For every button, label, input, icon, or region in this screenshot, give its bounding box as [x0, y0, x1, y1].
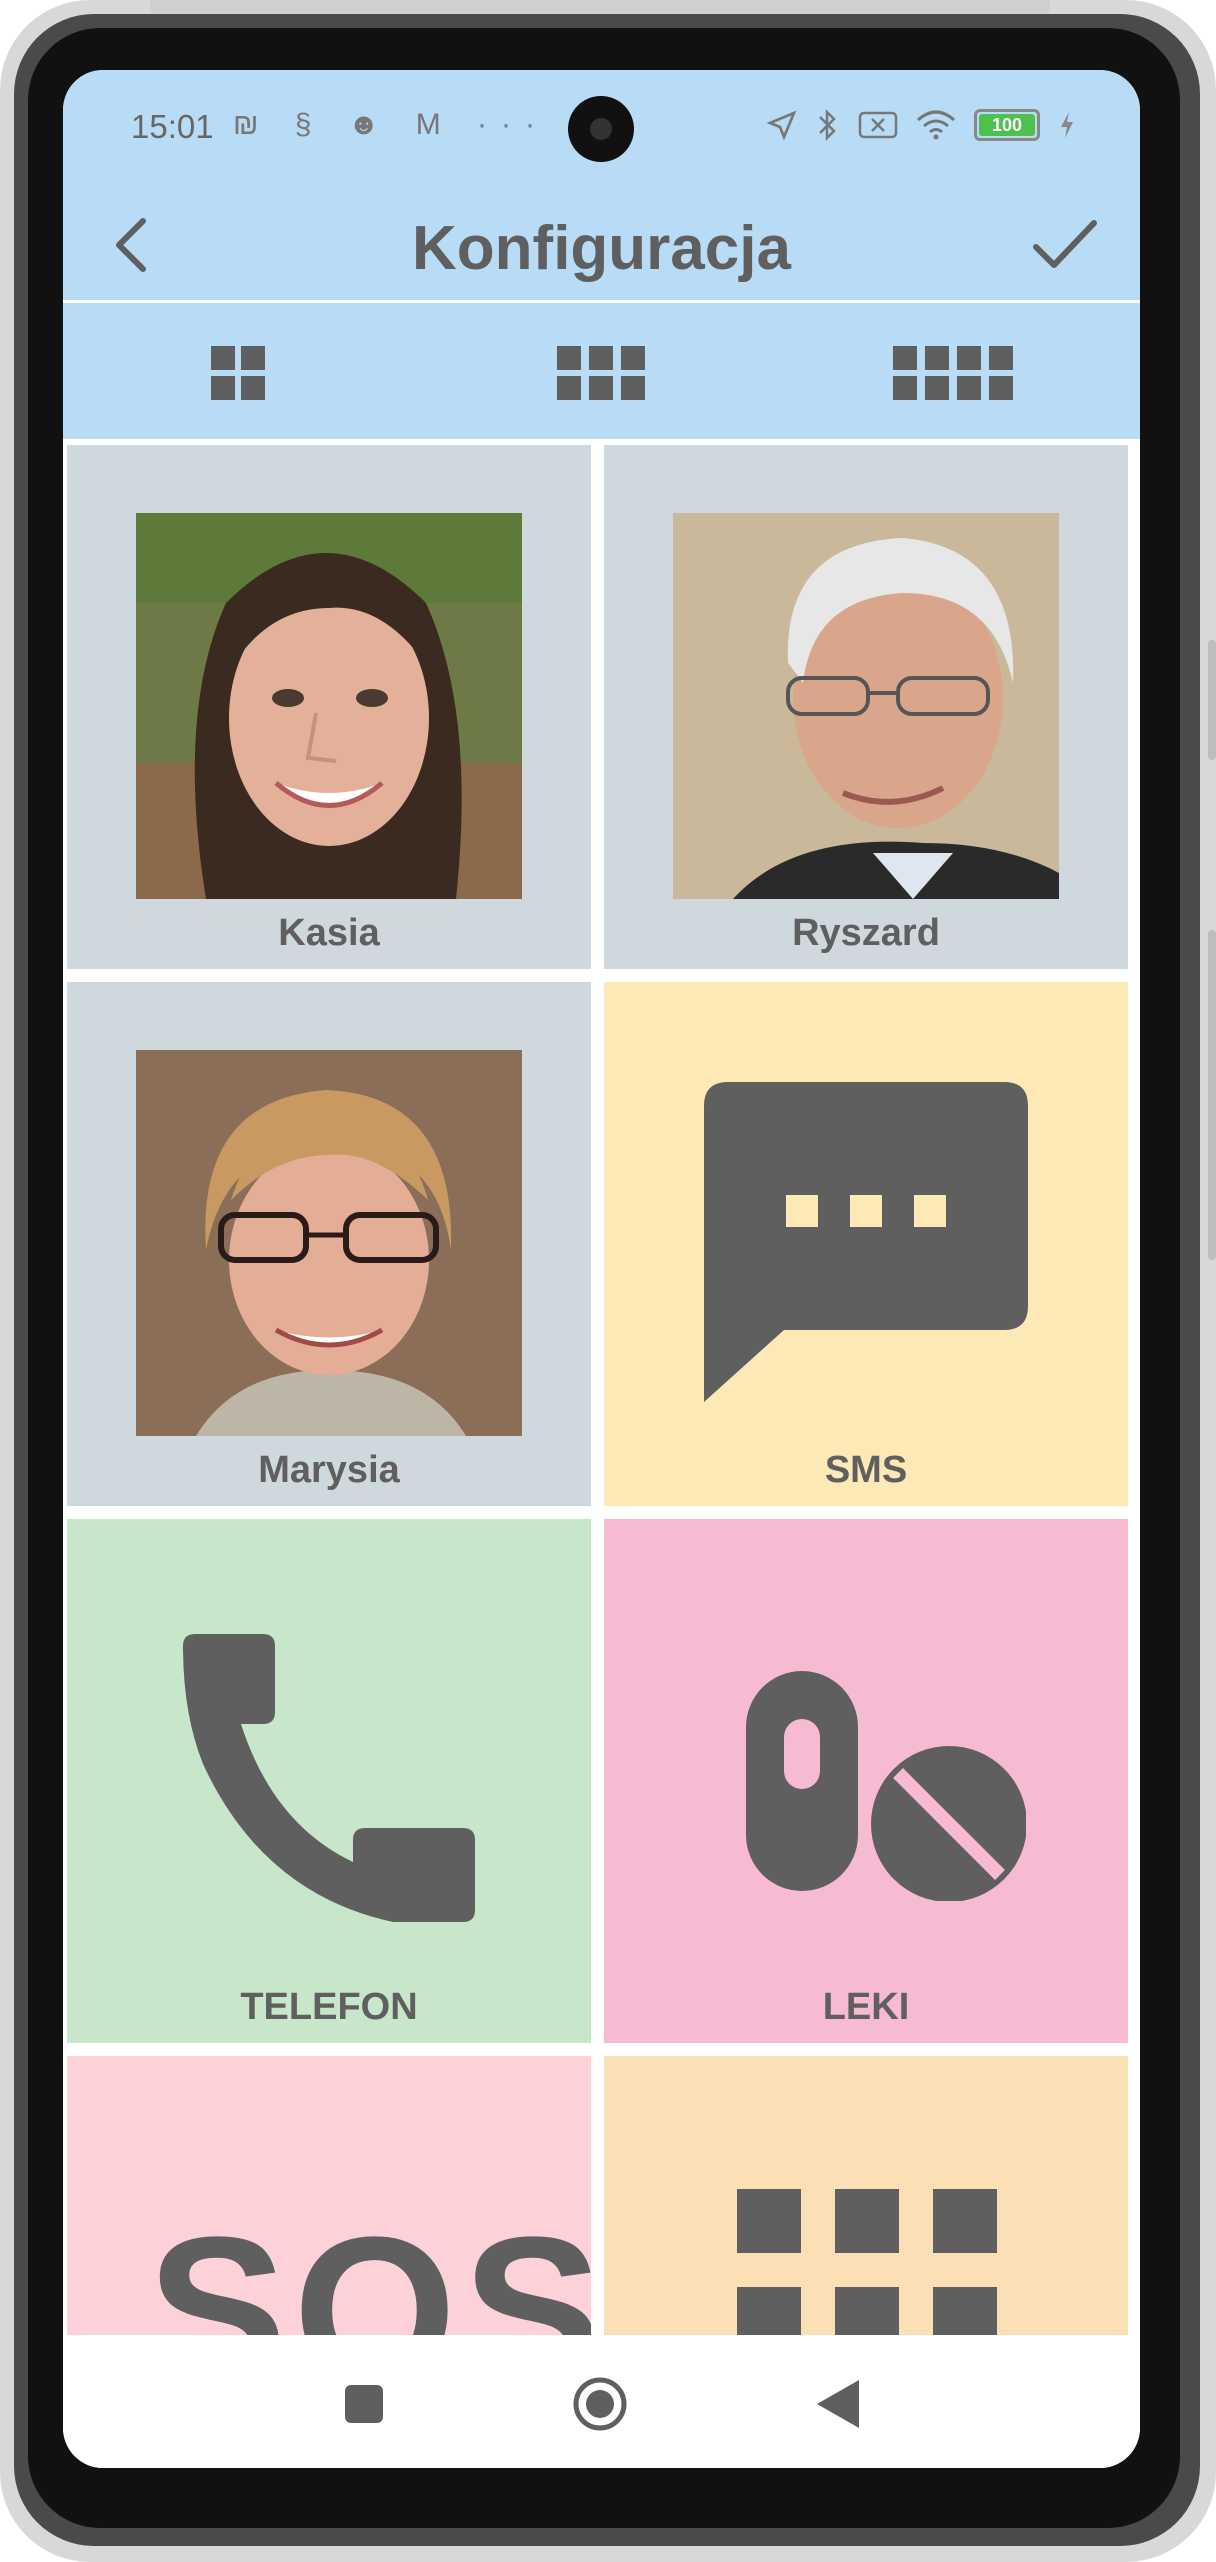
- grid-4-columns-button[interactable]: [883, 343, 1023, 403]
- tile-contact-marysia[interactable]: Marysia: [67, 982, 591, 1506]
- system-nav-bar: [63, 2335, 1140, 2468]
- grid-2x2-icon: [211, 346, 265, 400]
- pills-icon: [746, 1671, 1026, 1901]
- message-bubble-icon: [704, 1082, 1028, 1402]
- notification-icons: ₪ § ☻ M ···: [233, 108, 550, 141]
- charging-icon: [1061, 112, 1073, 138]
- home-circle-icon[interactable]: [572, 2376, 628, 2432]
- contact-photo-marysia: [136, 1050, 522, 1436]
- battery-percent: 100: [991, 115, 1023, 135]
- system-icons: 100: [766, 108, 1076, 142]
- bluetooth-icon: [819, 108, 836, 142]
- location-icon: [766, 110, 797, 141]
- status-time: 15:01: [131, 108, 214, 145]
- tile-app-sms[interactable]: SMS: [604, 982, 1128, 1506]
- no-sim-icon: [858, 111, 898, 139]
- contact-photo-kasia: [136, 513, 522, 899]
- grid-3-columns-button[interactable]: [551, 343, 651, 403]
- wifi-icon: [917, 110, 955, 140]
- checkmark-icon: [1033, 220, 1097, 268]
- tile-app-phone[interactable]: TELEFON: [67, 1519, 591, 2043]
- confirm-button[interactable]: [1030, 215, 1100, 275]
- recents-square-icon[interactable]: [345, 2385, 383, 2423]
- tile-label: Ryszard: [792, 912, 940, 954]
- grid-layout-selector: [63, 303, 1140, 439]
- grid-2-columns-button[interactable]: [188, 343, 288, 403]
- toolbar: Konfiguracja: [63, 185, 1140, 303]
- status-bar: 15:01 ₪ § ☻ M ··· 100: [63, 70, 1140, 185]
- phone-icon: [183, 1634, 475, 1922]
- battery-icon: 100: [974, 109, 1040, 141]
- tile-label: Kasia: [278, 912, 380, 954]
- volume-button: [1208, 640, 1216, 760]
- contact-photo-ryszard: [673, 513, 1059, 899]
- power-button: [1208, 930, 1216, 1260]
- tile-label: TELEFON: [240, 1986, 418, 2028]
- tile-label: Marysia: [258, 1449, 400, 1491]
- screen: 15:01 ₪ § ☻ M ··· 100 Konfiguracja Kasia…: [63, 70, 1140, 2468]
- grid-3x2-icon: [557, 346, 645, 400]
- tile-contact-kasia[interactable]: Kasia: [67, 445, 591, 969]
- tile-label: LEKI: [822, 1986, 910, 2028]
- apps-grid-icon: [737, 2189, 997, 2335]
- front-camera: [568, 96, 634, 162]
- page-title: Konfiguracja: [412, 214, 791, 283]
- tile-app-all-apps[interactable]: [604, 2056, 1128, 2335]
- tile-app-medications[interactable]: LEKI: [604, 1519, 1128, 2043]
- tile-contact-ryszard[interactable]: Ryszard: [604, 445, 1128, 969]
- back-triangle-icon[interactable]: [817, 2380, 859, 2428]
- tile-app-sos[interactable]: SOS: [67, 2056, 591, 2335]
- grid-4x2-icon: [893, 346, 1013, 400]
- sos-icon: SOS: [147, 2193, 591, 2336]
- tile-label: SMS: [824, 1449, 908, 1491]
